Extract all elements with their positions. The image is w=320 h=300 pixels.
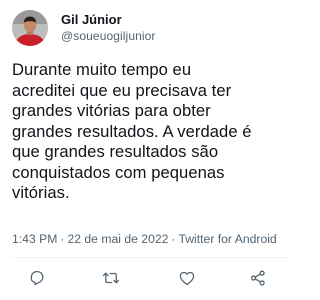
action-bar xyxy=(0,266,300,290)
reply-icon xyxy=(30,270,44,286)
tweet-card: Gil Júnior @soueuogiljunior Durante muit… xyxy=(0,0,300,300)
retweet-button[interactable] xyxy=(99,266,123,290)
avatar[interactable] xyxy=(12,10,48,46)
meta-separator: · xyxy=(60,232,65,246)
display-name[interactable]: Gil Júnior xyxy=(61,11,156,28)
tweet-meta: 1:43 PM · 22 de mai de 2022 · Twitter for An… xyxy=(12,232,277,246)
avatar-photo-icon xyxy=(12,10,48,46)
like-button[interactable] xyxy=(175,266,199,290)
share-icon xyxy=(250,270,265,286)
tweet-source[interactable]: Twitter for Android xyxy=(178,232,276,246)
meta-separator: · xyxy=(171,232,176,246)
user-handle[interactable]: @soueuogiljunior xyxy=(61,28,156,45)
share-button[interactable] xyxy=(246,266,270,290)
tweet-header: Gil Júnior @soueuogiljunior xyxy=(12,10,156,46)
tweet-text: Durante muito tempo eu acreditei que eu … xyxy=(12,60,252,202)
reply-button[interactable] xyxy=(25,266,49,290)
divider xyxy=(12,257,288,258)
tweet-time[interactable]: 1:43 PM xyxy=(12,232,57,246)
retweet-icon xyxy=(102,272,120,284)
tweet-date[interactable]: 22 de mai de 2022 xyxy=(67,232,168,246)
author-names: Gil Júnior @soueuogiljunior xyxy=(61,11,156,45)
like-icon xyxy=(179,271,195,286)
